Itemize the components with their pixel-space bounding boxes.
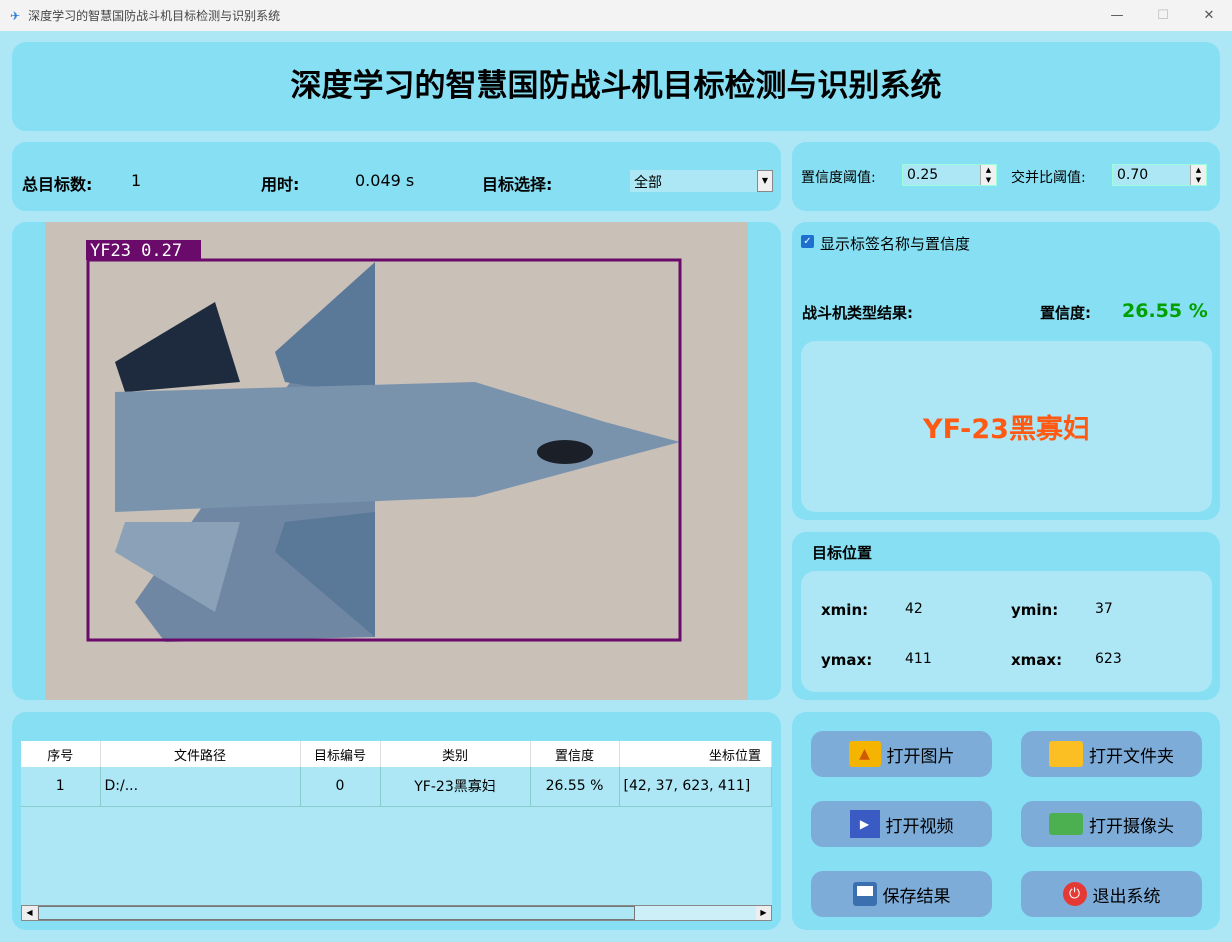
scroll-right-icon[interactable]: ▶ (756, 906, 771, 920)
stats-panel: 总目标数: 1 用时: 0.049 s 目标选择: 全部 ▼ (12, 142, 781, 211)
target-select[interactable]: 全部 ▼ (630, 170, 773, 192)
results-table-container: 序号 文件路径 目标编号 类别 置信度 坐标位置 1 D:/... 0 YF-2… (21, 741, 772, 921)
show-labels-checkbox[interactable]: ✓ (801, 235, 814, 248)
open-video-label: 打开视频 (885, 816, 954, 837)
results-table: 序号 文件路径 目标编号 类别 置信度 坐标位置 1 D:/... 0 YF-2… (21, 741, 772, 807)
open-camera-label: 打开摄像头 (1089, 816, 1174, 837)
col-header-target-id[interactable]: 目标编号 (300, 741, 381, 767)
cell-path: D:/... (100, 767, 301, 807)
position-panel: 目标位置 xmin: 42 ymin: 37 ymax: 411 xmax: 6… (792, 532, 1220, 700)
cell-coords: [42, 37, 623, 411] (619, 767, 772, 807)
position-title: 目标位置 (812, 544, 873, 562)
table-row[interactable]: 1 D:/... 0 YF-23黑寡妇 26.55 % [42, 37, 623… (21, 767, 772, 807)
scrollbar-thumb[interactable] (38, 906, 635, 920)
window-title: 深度学习的智慧国防战斗机目标检测与识别系统 (28, 9, 281, 23)
detection-box-label: YF23 0.27 (90, 241, 182, 261)
iou-threshold-spinbox[interactable]: 0.70 ▲ ▼ (1112, 164, 1207, 186)
col-header-confidence[interactable]: 置信度 (530, 741, 620, 767)
ymax-label: ymax: (821, 651, 873, 669)
time-value: 0.049 s (355, 171, 415, 190)
conf-threshold-spinbox[interactable]: 0.25 ▲ ▼ (902, 164, 997, 186)
camera-icon (1049, 813, 1083, 835)
open-folder-label: 打开文件夹 (1089, 746, 1174, 767)
col-header-class[interactable]: 类别 (380, 741, 531, 767)
scroll-left-icon[interactable]: ◀ (22, 906, 37, 920)
power-icon: ⏻ (1062, 882, 1087, 906)
ymax-value: 411 (905, 651, 932, 667)
open-video-button[interactable]: ▶ 打开视频 (811, 801, 992, 847)
col-header-coords[interactable]: 坐标位置 (619, 741, 772, 767)
page-title: 深度学习的智慧国防战斗机目标检测与识别系统 (290, 68, 942, 104)
exit-button[interactable]: ⏻ 退出系统 (1021, 871, 1202, 917)
minimize-button[interactable]: — (1094, 0, 1140, 31)
detection-image: YF23 0.27 (45, 222, 748, 700)
confidence-label: 置信度: (1040, 304, 1091, 322)
confidence-value: 26.55 % (1122, 300, 1208, 322)
exit-label: 退出系统 (1092, 886, 1161, 907)
open-folder-button[interactable]: 打开文件夹 (1021, 731, 1202, 777)
ymin-value: 37 (1095, 601, 1113, 617)
ymin-label: ymin: (1011, 601, 1059, 619)
save-results-button[interactable]: 保存结果 (811, 871, 992, 917)
result-panel: ✓ 显示标签名称与置信度 战斗机类型结果: 置信度: 26.55 % YF-23… (792, 222, 1220, 520)
horizontal-scrollbar[interactable]: ◀ ▶ (21, 905, 772, 921)
xmin-label: xmin: (821, 601, 869, 619)
video-icon: ▶ (849, 810, 880, 838)
class-result-text: YF-23黑寡妇 (923, 414, 1090, 445)
table-panel: 序号 文件路径 目标编号 类别 置信度 坐标位置 1 D:/... 0 YF-2… (12, 712, 781, 930)
spin-arrows-icon[interactable]: ▲ ▼ (980, 165, 996, 185)
close-button[interactable]: ✕ (1186, 0, 1232, 31)
conf-threshold-label: 置信度阈值: (801, 170, 876, 186)
conf-threshold-value: 0.25 (907, 167, 939, 183)
header-panel: 深度学习的智慧国防战斗机目标检测与识别系统 (12, 42, 1220, 131)
col-header-path[interactable]: 文件路径 (100, 741, 301, 767)
iou-threshold-label: 交并比阈值: (1011, 170, 1086, 186)
buttons-panel: ▲ 打开图片 打开文件夹 ▶ 打开视频 打开摄像头 保存结果 ⏻ 退出系统 (792, 712, 1220, 930)
threshold-panel: 置信度阈值: 0.25 ▲ ▼ 交并比阈值: 0.70 ▲ ▼ (792, 142, 1220, 211)
iou-threshold-value: 0.70 (1117, 167, 1149, 183)
total-value: 1 (131, 171, 142, 190)
folder-icon (1049, 741, 1083, 767)
open-image-button[interactable]: ▲ 打开图片 (811, 731, 992, 777)
show-labels-label: 显示标签名称与置信度 (820, 235, 971, 253)
title-bar: ✈ 深度学习的智慧国防战斗机目标检测与识别系统 — ☐ ✕ (0, 0, 1232, 31)
select-label: 目标选择: (482, 175, 553, 194)
image-icon: ▲ (848, 741, 881, 767)
image-panel: YF23 0.27 (12, 222, 781, 700)
time-label: 用时: (261, 175, 300, 194)
type-result-label: 战斗机类型结果: (802, 304, 913, 322)
app-icon: ✈ (10, 8, 21, 23)
spin-arrows-icon[interactable]: ▲ ▼ (1190, 165, 1206, 185)
cell-class: YF-23黑寡妇 (380, 767, 531, 807)
col-header-index[interactable]: 序号 (21, 741, 101, 767)
class-result-box: YF-23黑寡妇 (801, 341, 1212, 512)
target-select-value: 全部 (634, 175, 662, 191)
total-label: 总目标数: (22, 175, 93, 194)
chevron-down-icon[interactable]: ▼ (757, 170, 773, 192)
open-camera-button[interactable]: 打开摄像头 (1021, 801, 1202, 847)
open-image-label: 打开图片 (886, 746, 955, 767)
save-icon (852, 882, 877, 906)
xmin-value: 42 (905, 601, 923, 617)
xmax-value: 623 (1095, 651, 1122, 667)
cell-target-id: 0 (300, 767, 381, 807)
cell-index: 1 (21, 767, 101, 807)
position-box: xmin: 42 ymin: 37 ymax: 411 xmax: 623 (801, 571, 1212, 692)
maximize-button[interactable]: ☐ (1140, 0, 1186, 31)
save-results-label: 保存结果 (882, 886, 951, 907)
cell-confidence: 26.55 % (530, 767, 620, 807)
plane-canopy (537, 440, 593, 464)
xmax-label: xmax: (1011, 651, 1063, 669)
